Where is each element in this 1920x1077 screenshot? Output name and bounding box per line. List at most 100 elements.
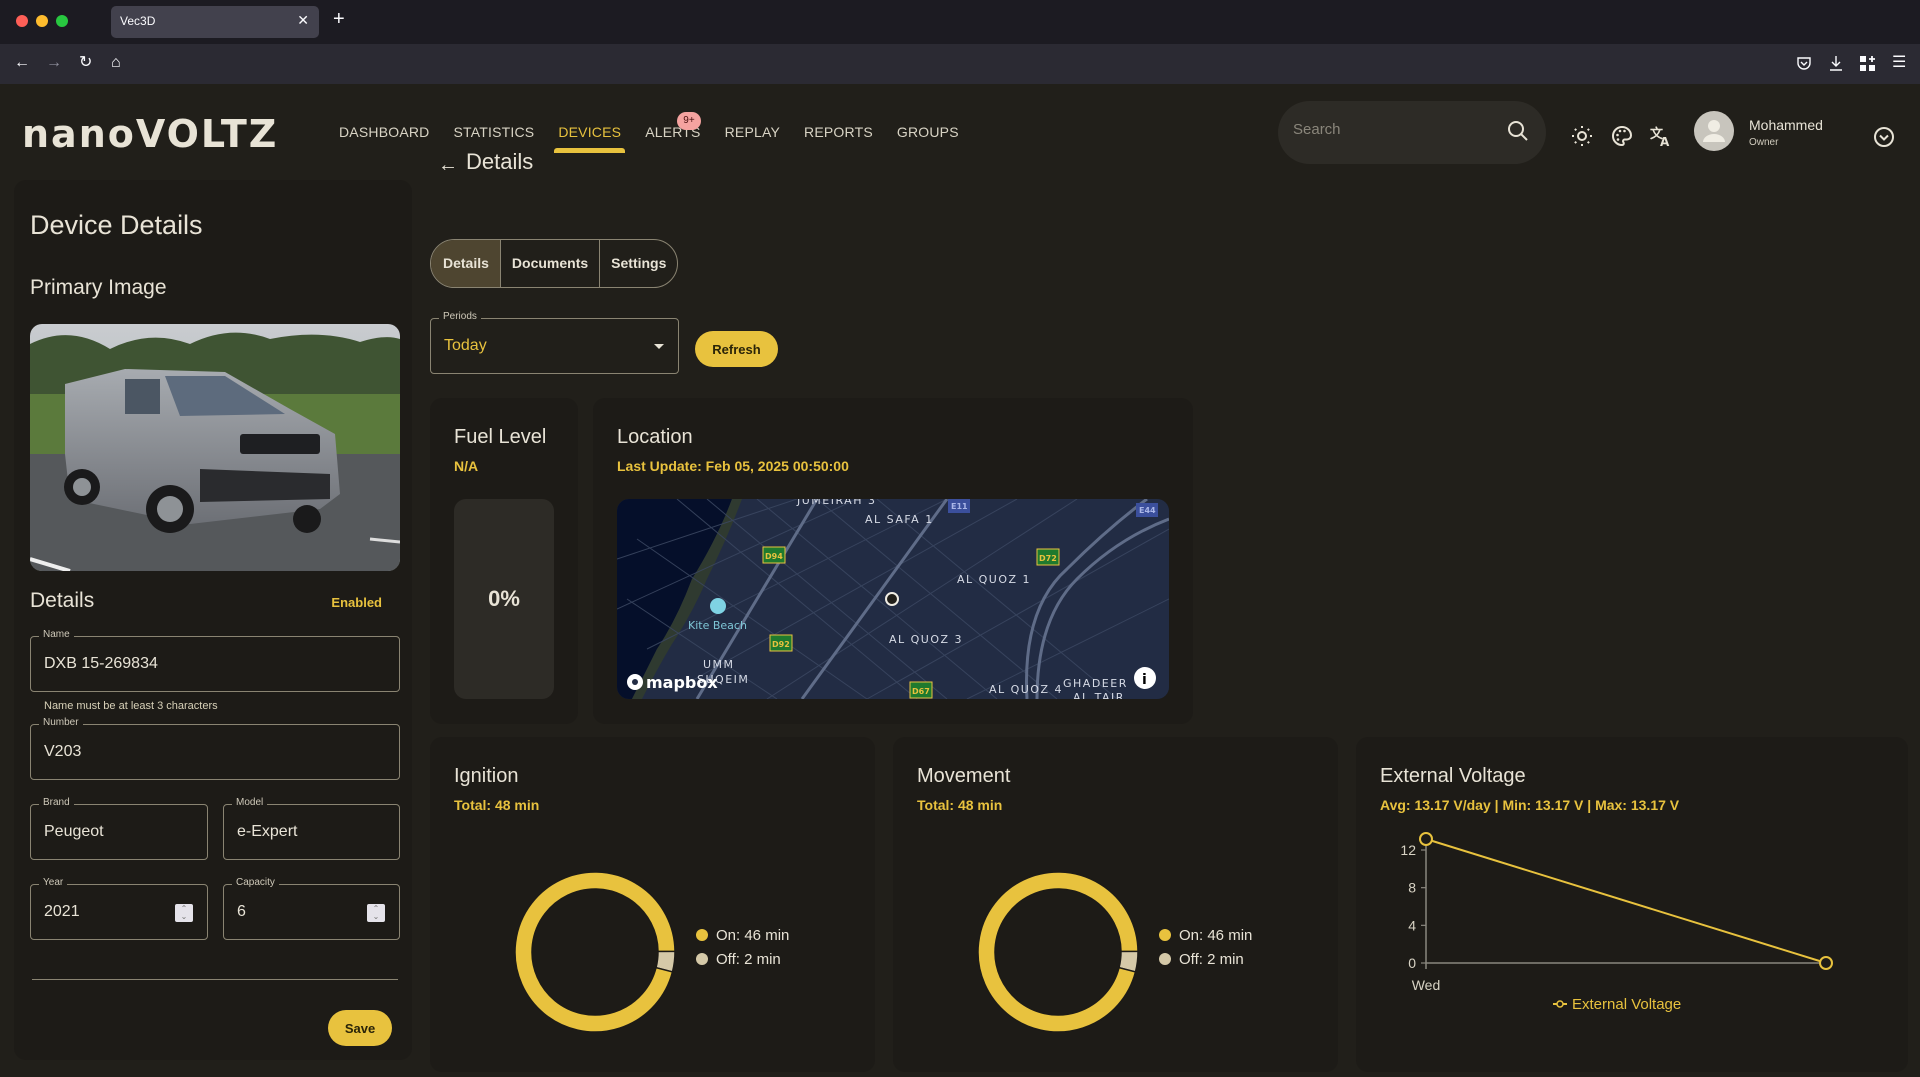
name-input[interactable] [44,655,339,673]
back-icon[interactable]: ← [14,53,30,73]
capacity-field: Capacity ⌃⌄ [223,877,400,940]
nav-statistics[interactable]: STATISTICS [453,124,534,140]
home-icon[interactable]: ⌂ [111,53,121,73]
caret-down-icon [654,344,664,349]
extensions-icon[interactable] [1860,56,1876,72]
browser-titlebar: Vec3D ✕ + [0,0,1920,44]
periods-select[interactable]: Periods Today [430,311,679,374]
search-icon[interactable] [1506,119,1530,143]
ignition-donut-chart [514,871,676,1033]
ignition-total: Total: 48 min [454,797,540,813]
year-stepper[interactable]: ⌃ ⌄ [175,904,193,922]
svg-text:D92: D92 [772,640,790,649]
browser-tab[interactable]: Vec3D ✕ [111,6,319,38]
fuel-title: Fuel Level [454,426,547,448]
forward-icon[interactable]: → [46,53,62,73]
brand-field: Brand [30,797,208,860]
tab-details[interactable]: Details [431,240,500,287]
user-name: Mohammed [1749,117,1823,133]
nav-dashboard[interactable]: DASHBOARD [339,124,429,140]
chart-legend: External Voltage [1553,996,1681,1013]
user-role: Owner [1749,137,1779,148]
capacity-stepper[interactable]: ⌃ ⌄ [367,904,385,922]
chevron-down-circle-icon[interactable] [1872,125,1896,149]
new-tab-icon[interactable]: + [333,8,345,31]
nav-replay[interactable]: REPLAY [725,124,780,140]
device-details-panel: Device Details Primary Image Details Ena… [14,180,412,1060]
location-map[interactable]: JUMEIRAH 3 AL SAFA 1 AL QUOZ 1 AL QUOZ 3… [617,499,1169,699]
svg-text:A: A [1660,135,1670,148]
svg-text:AL QUOZ 4: AL QUOZ 4 [989,683,1063,696]
name-label: Name [39,629,74,640]
minimize-window-button[interactable] [36,15,48,27]
periods-label: Periods [439,311,481,322]
model-input[interactable] [237,823,377,841]
svg-text:GHADEER: GHADEER [1063,677,1128,690]
menu-hamburger-icon[interactable]: ☰ [1892,53,1906,73]
voltage-title: External Voltage [1380,765,1526,787]
save-button[interactable]: Save [328,1010,392,1046]
brand-input[interactable] [44,823,185,841]
ignition-card: Ignition Total: 48 min On: 46 min Off: 2… [430,737,875,1072]
close-tab-icon[interactable]: ✕ [297,12,309,29]
number-label: Number [39,717,83,728]
reload-icon[interactable]: ↻ [79,53,92,73]
movement-donut-chart [977,871,1139,1033]
svg-text:Kite Beach: Kite Beach [688,619,747,632]
location-title: Location [617,426,693,448]
name-helper-text: Name must be at least 3 characters [44,700,218,712]
nav-groups[interactable]: GROUPS [897,124,959,140]
nav-devices[interactable]: DEVICES [554,124,626,153]
download-icon[interactable] [1828,55,1844,73]
tab-settings[interactable]: Settings [599,240,677,287]
avatar[interactable] [1694,111,1734,151]
svg-text:JUMEIRAH 3: JUMEIRAH 3 [796,499,876,507]
primary-vehicle-image[interactable] [30,324,400,571]
movement-total: Total: 48 min [917,797,1003,813]
logo[interactable]: nanoVOLTZ [22,112,278,156]
legend-marker-icon [1556,1000,1564,1008]
donut-slice-on[interactable] [514,871,676,1033]
ignition-legend-off: Off: 2 min [696,951,781,968]
year-field: Year ⌃⌄ [30,877,208,940]
x-tick-label: Wed [1412,977,1441,993]
pocket-icon[interactable] [1796,56,1812,72]
panel-title: Device Details [30,210,203,240]
year-input[interactable] [44,903,185,921]
svg-text:AL SAFA 1: AL SAFA 1 [865,513,934,526]
back-arrow-icon[interactable]: ← [438,154,458,177]
data-point[interactable] [1819,956,1833,970]
legend-label: External Voltage [1572,996,1681,1013]
svg-text:AL QUOZ 1: AL QUOZ 1 [957,573,1031,586]
theme-sun-icon[interactable] [1570,124,1594,148]
map-info-icon[interactable]: i [1134,667,1156,689]
capacity-label: Capacity [232,877,279,888]
legend-label: On: 46 min [1179,927,1253,944]
maximize-window-button[interactable] [56,15,68,27]
translate-icon[interactable]: 文A [1649,124,1673,148]
tab-documents[interactable]: Documents [499,240,599,287]
data-point[interactable] [1419,832,1433,846]
primary-image-label: Primary Image [30,276,167,299]
ignition-legend-on: On: 46 min [696,927,789,944]
search-input[interactable] [1293,121,1493,138]
device-location-marker[interactable] [885,592,899,606]
location-card: Location Last Update: Feb 05, 2025 00:50… [593,398,1193,724]
svg-text:D94: D94 [765,552,783,561]
capacity-input[interactable] [237,903,377,921]
palette-icon[interactable] [1610,124,1634,148]
number-input[interactable] [44,743,339,761]
svg-text:AL TAIR: AL TAIR [1073,691,1125,699]
close-window-button[interactable] [16,15,28,27]
y-tick-label: 8 [1408,880,1416,896]
refresh-button[interactable]: Refresh [695,331,778,367]
svg-text:D72: D72 [1039,554,1057,563]
nav-reports[interactable]: REPORTS [804,124,873,140]
legend-dot-off [696,953,708,965]
svg-text:UMM: UMM [703,658,735,671]
legend-label: Off: 2 min [1179,951,1244,968]
fuel-level-card: Fuel Level N/A 0% [430,398,578,724]
donut-slice-on[interactable] [977,871,1139,1033]
alerts-badge: 9+ [677,112,701,130]
brand-label: Brand [39,797,74,808]
